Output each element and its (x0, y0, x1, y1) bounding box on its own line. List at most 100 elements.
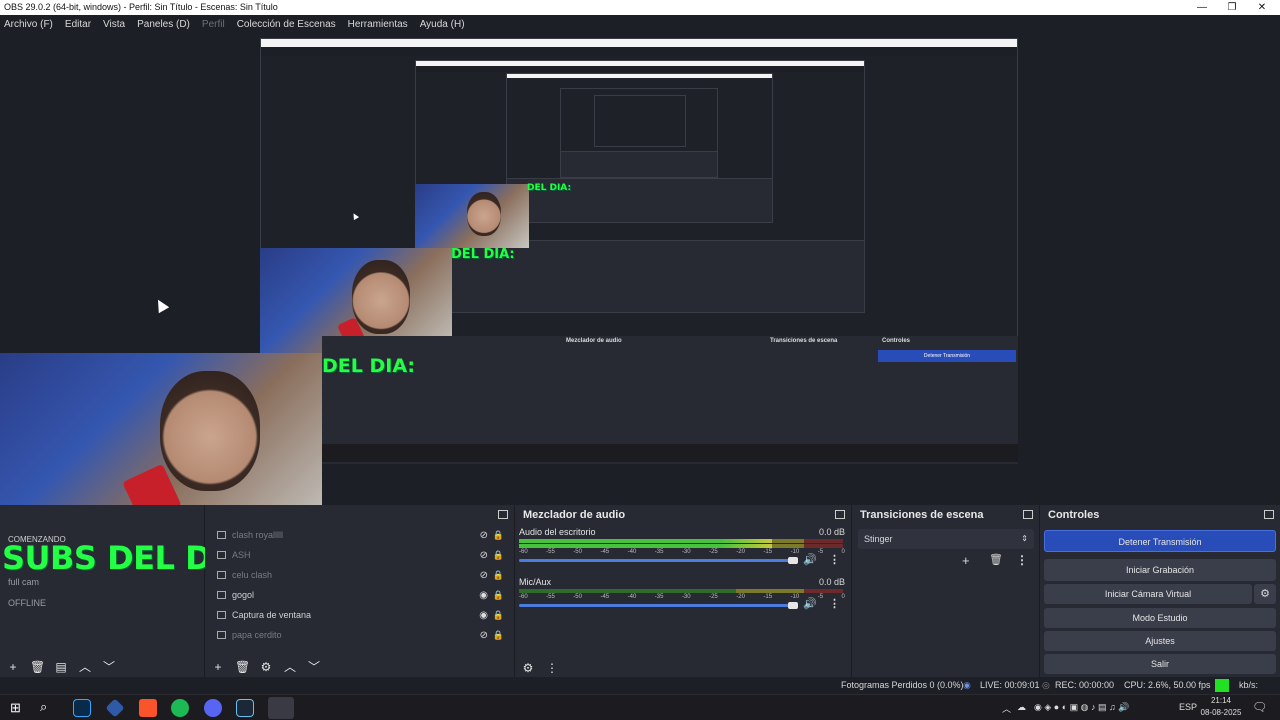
clock-time[interactable]: 21:14 (1201, 696, 1241, 705)
volume-slider[interactable] (519, 559, 797, 562)
clock-date[interactable]: 08-08-2025 (1199, 708, 1243, 717)
menu-paneles[interactable]: Paneles (D) (137, 19, 190, 30)
remove-scene-icon[interactable]: 🗑 (30, 660, 45, 674)
volume-slider-knob[interactable] (788, 602, 798, 609)
virtual-camera-button[interactable]: Iniciar Cámara Virtual (1044, 584, 1252, 604)
spotify-icon[interactable] (171, 699, 189, 717)
nested-mixer-title: Mezclador de audio (566, 338, 622, 344)
menu-herramientas[interactable]: Herramientas (348, 19, 408, 30)
source-item[interactable]: gogol ◉ 🔒 (205, 585, 514, 605)
virtual-camera-gear-icon[interactable]: ⚙ (1254, 584, 1276, 604)
close-button[interactable]: ✕ (1248, 0, 1276, 15)
maximize-button[interactable]: ❐ (1218, 0, 1246, 15)
source-item[interactable]: clash royalllll ⊘ 🔒 (205, 525, 514, 545)
menu-editar[interactable]: Editar (65, 19, 91, 30)
source-item[interactable]: ASH ⊘ 🔒 (205, 545, 514, 565)
obs-taskbar-item[interactable] (268, 697, 294, 719)
lock-icon[interactable]: 🔒 (493, 630, 504, 641)
filter-scene-icon[interactable]: ▤ (54, 660, 68, 674)
photoshop-icon[interactable] (73, 699, 91, 717)
preview-canvas[interactable]: DEL DIA: DEL DIA: Mezclador de audio Tra… (0, 33, 1280, 505)
volume-slider[interactable] (519, 604, 797, 607)
dock-float-icon[interactable] (1023, 510, 1033, 519)
remove-source-icon[interactable]: 🗑 (235, 660, 250, 674)
minimize-button[interactable]: — (1188, 0, 1216, 15)
studio-mode-button[interactable]: Modo Estudio (1044, 608, 1276, 628)
meter-tick-label: -35 (654, 549, 664, 555)
scene-full-cam[interactable]: full cam (8, 577, 39, 587)
tray-chevron-icon[interactable]: ︿ (1002, 702, 1011, 715)
source-type-icon (217, 591, 226, 599)
rec-timer: REC: 00:00:00 (1055, 680, 1115, 690)
source-item[interactable]: celu clash ⊘ 🔒 (205, 565, 514, 585)
tray-cloud-icon[interactable]: ☁ (1017, 702, 1026, 713)
meter-tick-label: -15 (763, 549, 773, 555)
transition-select[interactable]: Stinger ⇕ (858, 529, 1034, 549)
add-scene-icon[interactable]: + (6, 660, 20, 674)
move-down-icon[interactable]: ﹀ (307, 658, 321, 675)
select-chevron-icon: ⇕ (1021, 534, 1028, 543)
menu-ayuda[interactable]: Ayuda (H) (420, 19, 465, 30)
banner-text-small: DEL DIA: (451, 247, 515, 262)
brave-browser-icon[interactable] (139, 699, 157, 717)
scenes-toolbar: + 🗑 ▤ ︿ ﹀ (6, 658, 116, 675)
visibility-hidden-icon[interactable]: ⊘ (480, 630, 488, 641)
tray-app-icons[interactable]: ◉ ◈ ● ◐ ▣ ◍ ♪ ▤ ♫ 🔊 (1034, 702, 1129, 713)
cpu-usage: CPU: 2.6%, 50.00 fps (1124, 680, 1211, 690)
source-properties-gear-icon[interactable]: ⚙ (259, 660, 273, 674)
app-diamond-icon[interactable] (105, 698, 125, 718)
lock-icon[interactable]: 🔒 (493, 590, 504, 601)
add-transition-icon[interactable]: + (962, 553, 970, 568)
visibility-eye-icon[interactable]: ◉ (479, 590, 488, 601)
stop-stream-button[interactable]: Detener Transmisión (1044, 530, 1276, 552)
discord-icon[interactable] (204, 699, 222, 717)
lock-icon[interactable]: 🔒 (493, 570, 504, 581)
visibility-eye-icon[interactable]: ◉ (479, 610, 488, 621)
volume-slider-knob[interactable] (788, 557, 798, 564)
speaker-icon[interactable]: 🔊 (803, 597, 817, 610)
scene-offline[interactable]: OFFLINE (8, 598, 46, 608)
move-up-icon[interactable]: ︿ (283, 658, 297, 675)
add-source-icon[interactable]: + (211, 660, 225, 674)
search-icon[interactable]: ⌕ (40, 699, 47, 715)
source-item[interactable]: papa cerdito ⊘ 🔒 (205, 625, 514, 645)
status-bar: Fotogramas Perdidos 0 (0.0%) ◉ LIVE: 00:… (0, 677, 1280, 707)
windows-start-icon[interactable]: ⊞ (10, 700, 21, 716)
move-down-icon[interactable]: ﹀ (102, 658, 116, 675)
advanced-audio-gear-icon[interactable]: ⚙ (521, 661, 535, 675)
notifications-icon[interactable]: 🗨 (1252, 700, 1267, 714)
channel-menu-icon[interactable]: ⋮ (829, 597, 840, 610)
dock-float-icon[interactable] (498, 510, 508, 519)
remove-transition-icon[interactable]: 🗑 (989, 553, 1003, 566)
controls-dock: Controles Detener Transmisión Iniciar Gr… (1040, 505, 1280, 677)
visibility-hidden-icon[interactable]: ⊘ (480, 570, 488, 581)
transitions-dock: Transiciones de escena Stinger ⇕ + 🗑 ⋮ (852, 505, 1040, 677)
move-up-icon[interactable]: ︿ (78, 658, 92, 675)
lock-icon[interactable]: 🔒 (493, 530, 504, 541)
lock-icon[interactable]: 🔒 (493, 550, 504, 561)
meter-tick-label: -30 (681, 549, 691, 555)
dock-float-icon[interactable] (835, 510, 845, 519)
menu-perfil[interactable]: Perfil (202, 19, 225, 30)
steam-icon[interactable] (236, 699, 254, 717)
menu-coleccion-escenas[interactable]: Colección de Escenas (237, 19, 336, 30)
exit-button[interactable]: Salir (1044, 654, 1276, 674)
start-recording-button[interactable]: Iniciar Grabación (1044, 559, 1276, 581)
speaker-icon[interactable]: 🔊 (803, 553, 817, 566)
visibility-hidden-icon[interactable]: ⊘ (480, 550, 488, 561)
dock-float-icon[interactable] (1264, 510, 1274, 519)
nested-capture-5 (594, 95, 686, 147)
menu-vista[interactable]: Vista (103, 19, 125, 30)
mixer-menu-icon[interactable]: ⋮ (545, 661, 559, 675)
visibility-hidden-icon[interactable]: ⊘ (480, 530, 488, 541)
source-item[interactable]: Captura de ventana ◉ 🔒 (205, 605, 514, 625)
settings-button[interactable]: Ajustes (1044, 631, 1276, 651)
channel-menu-icon[interactable]: ⋮ (829, 553, 840, 566)
keyboard-language[interactable]: ESP (1179, 702, 1197, 712)
lock-icon[interactable]: 🔒 (493, 610, 504, 621)
window-titlebar: OBS 29.0.2 (64-bit, windows) - Perfil: S… (0, 0, 1280, 15)
channel-name: Mic/Aux (519, 577, 552, 587)
mixer-title: Mezclador de audio (523, 509, 626, 521)
transition-menu-icon[interactable]: ⋮ (1016, 553, 1028, 567)
menu-archivo[interactable]: Archivo (F) (4, 19, 53, 30)
